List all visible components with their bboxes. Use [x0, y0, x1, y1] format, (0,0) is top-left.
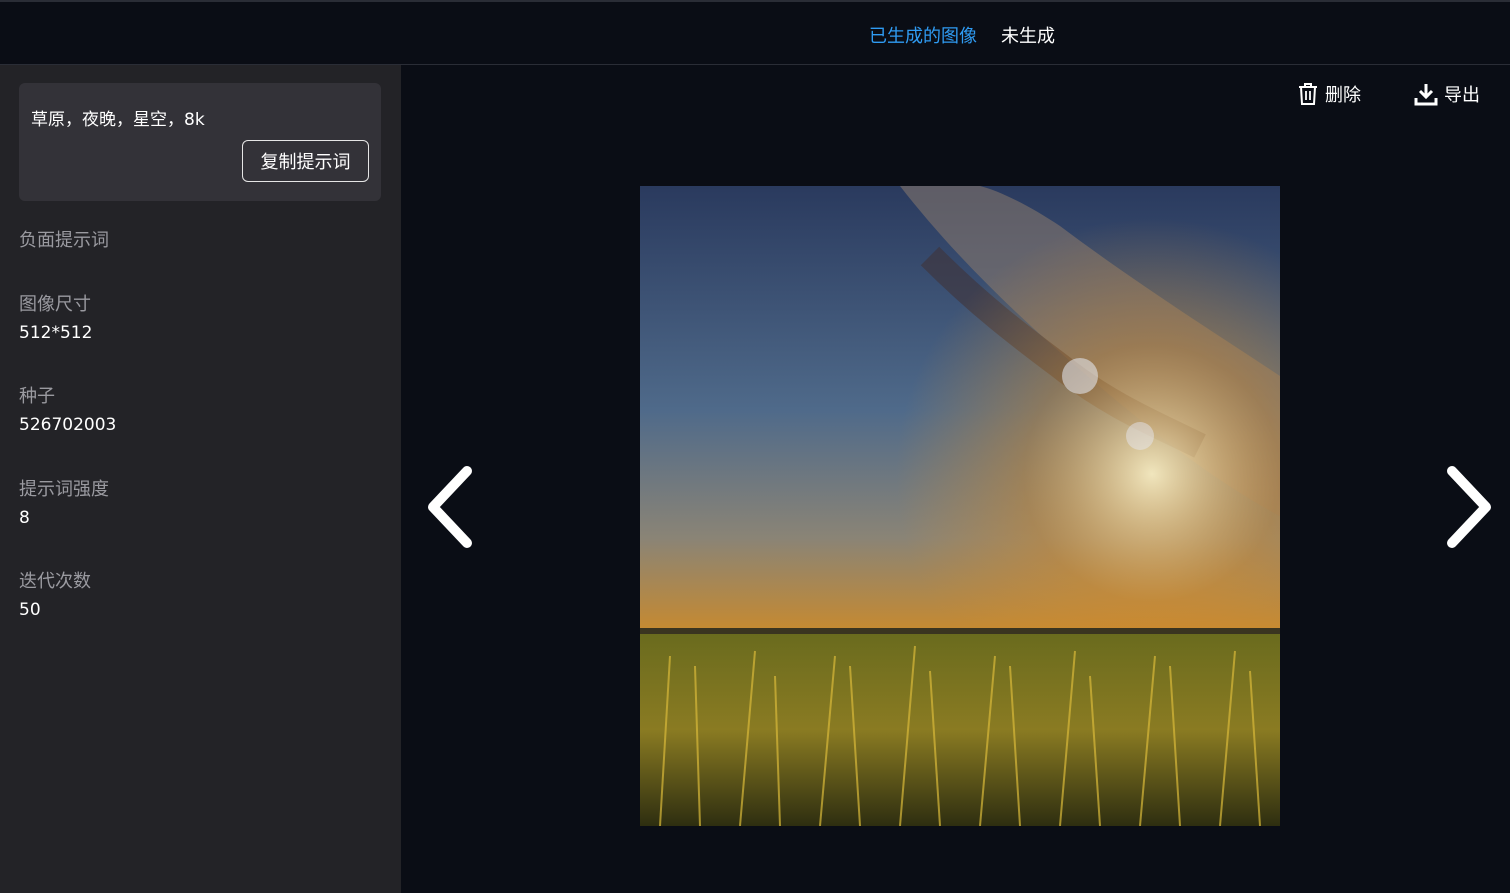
- field-negative-prompt: 负面提示词: [19, 229, 109, 257]
- field-label: 图像尺寸: [19, 294, 91, 315]
- field-value: 8: [19, 508, 30, 528]
- prompt-card: 草原，夜晚，星空，8k 复制提示词: [19, 83, 381, 201]
- tab-group: 已生成的图像 未生成: [869, 22, 1055, 48]
- field-value: 50: [19, 600, 41, 620]
- chevron-left-icon[interactable]: [425, 465, 475, 549]
- top-bar: 已生成的图像 未生成: [0, 0, 1510, 65]
- main-area: 删除 导出: [401, 65, 1510, 893]
- prompt-text: 草原，夜晚，星空，8k: [31, 110, 205, 130]
- field-value: 512*512: [19, 323, 93, 343]
- field-label: 迭代次数: [19, 571, 91, 592]
- field-label: 负面提示词: [19, 230, 109, 251]
- trash-icon: [1299, 83, 1317, 105]
- field-label: 种子: [19, 386, 55, 407]
- delete-label: 删除: [1325, 85, 1361, 106]
- field-label: 提示词强度: [19, 479, 109, 500]
- field-prompt-strength: 提示词强度 8: [19, 478, 109, 530]
- download-icon: [1414, 84, 1438, 106]
- export-label: 导出: [1444, 85, 1480, 106]
- chevron-right-icon[interactable]: [1444, 465, 1494, 549]
- delete-button[interactable]: 删除: [1297, 81, 1361, 107]
- tab-generated-images[interactable]: 已生成的图像: [869, 22, 977, 48]
- sidebar: 草原，夜晚，星空，8k 复制提示词 负面提示词 图像尺寸 512*512 种子 …: [0, 65, 401, 893]
- generated-image: [640, 186, 1280, 826]
- field-iterations: 迭代次数 50: [19, 570, 91, 622]
- field-image-size: 图像尺寸 512*512: [19, 293, 92, 345]
- export-button[interactable]: 导出: [1414, 81, 1480, 107]
- tab-not-generated[interactable]: 未生成: [1001, 22, 1055, 48]
- field-seed: 种子 526702003: [19, 385, 116, 437]
- copy-prompt-button[interactable]: 复制提示词: [242, 140, 369, 182]
- field-value: 526702003: [19, 415, 117, 435]
